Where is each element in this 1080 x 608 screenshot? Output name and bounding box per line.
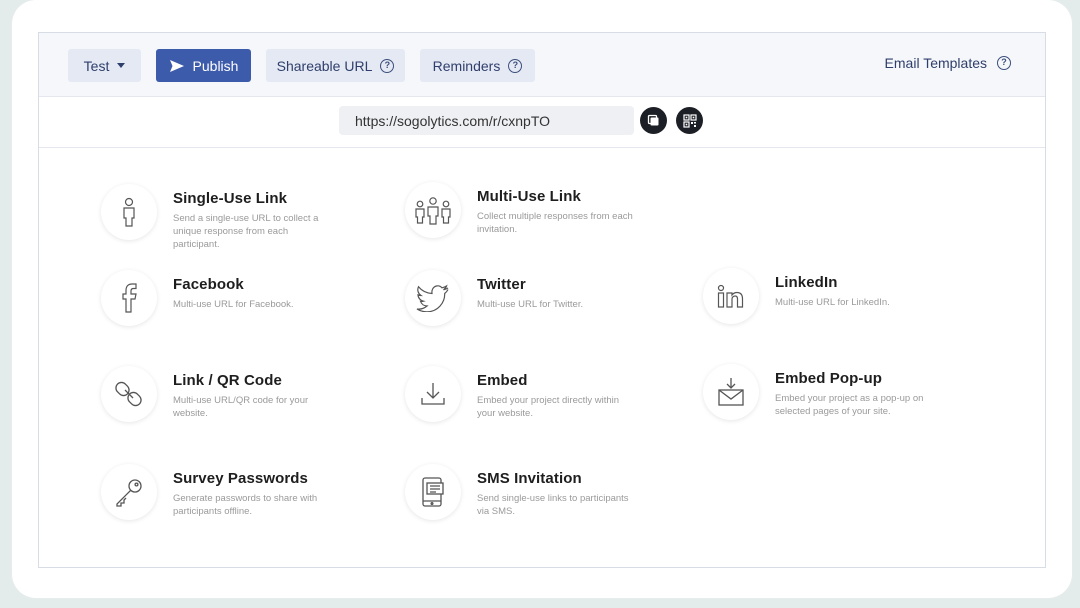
- option-title: Embed Pop-up: [775, 370, 883, 387]
- option-description: Embed your project as a pop-up on select…: [775, 393, 924, 417]
- twitter-icon: [405, 270, 461, 326]
- reminders-button[interactable]: Reminders ?: [420, 49, 535, 82]
- option-description: Multi-use URL for Facebook.: [173, 299, 294, 310]
- option-description: Collect multiple responses from each inv…: [477, 211, 633, 235]
- publish-button[interactable]: Publish: [156, 49, 251, 82]
- option-twitter[interactable]: Twitter Multi-use URL for Twitter.: [405, 270, 637, 326]
- option-title: LinkedIn: [775, 274, 838, 291]
- url-bar: [39, 97, 1045, 148]
- test-label: Test: [83, 57, 110, 74]
- copy-icon: [647, 114, 659, 126]
- email-templates-link[interactable]: Email Templates ?: [885, 55, 1011, 71]
- option-linkedin[interactable]: LinkedIn Multi-use URL for LinkedIn.: [703, 268, 935, 324]
- option-link-qr-code[interactable]: Link / QR Code Multi-use URL/QR code for…: [101, 366, 333, 422]
- facebook-icon: [101, 270, 157, 326]
- option-survey-passwords[interactable]: Survey Passwords Generate passwords to s…: [101, 464, 333, 520]
- reminders-label: Reminders: [432, 57, 501, 74]
- option-description: Generate passwords to share with partici…: [173, 493, 318, 517]
- option-multi-use-link[interactable]: Multi-Use Link Collect multiple response…: [405, 182, 637, 238]
- option-description: Send single-use links to participants vi…: [477, 493, 629, 517]
- copy-url-button[interactable]: [640, 107, 667, 134]
- people-icon: [405, 182, 461, 238]
- download-icon: [405, 366, 461, 422]
- phone-sms-icon: [405, 464, 461, 520]
- key-icon: [101, 464, 157, 520]
- shareable-url-button[interactable]: Shareable URL ?: [266, 49, 405, 82]
- option-description: Multi-use URL for Twitter.: [477, 299, 584, 310]
- option-title: Link / QR Code: [173, 372, 282, 389]
- shareable-url-label: Shareable URL: [276, 57, 373, 74]
- person-icon: [101, 184, 157, 240]
- option-title: Multi-Use Link: [477, 188, 581, 205]
- option-embed[interactable]: Embed Embed your project directly within…: [405, 366, 637, 422]
- mail-download-icon: [703, 364, 759, 420]
- toolbar: Test Publish Shareable URL ? Reminders ?…: [39, 33, 1045, 97]
- option-single-use-link[interactable]: Single-Use Link Send a single-use URL to…: [101, 184, 333, 251]
- option-description: Embed your project directly within your …: [477, 395, 620, 419]
- option-sms-invitation[interactable]: SMS Invitation Send single-use links to …: [405, 464, 637, 520]
- qr-code-icon: [682, 113, 697, 128]
- option-description: Multi-use URL/QR code for your website.: [173, 395, 309, 419]
- test-dropdown-button[interactable]: Test: [68, 49, 141, 82]
- help-icon[interactable]: ?: [380, 58, 395, 73]
- option-title: Embed: [477, 372, 528, 389]
- caret-down-icon: [117, 63, 126, 68]
- distribute-panel: Test Publish Shareable URL ? Reminders ?…: [38, 32, 1046, 568]
- qr-code-button[interactable]: [676, 107, 703, 134]
- option-description: Send a single-use URL to collect a uniqu…: [173, 213, 319, 250]
- help-icon[interactable]: ?: [997, 56, 1011, 70]
- send-icon: [169, 59, 184, 72]
- option-embed-popup[interactable]: Embed Pop-up Embed your project as a pop…: [703, 364, 935, 420]
- link-icon: [101, 366, 157, 422]
- shareable-url-field[interactable]: [339, 106, 634, 135]
- option-description: Multi-use URL for LinkedIn.: [775, 297, 890, 308]
- option-title: Facebook: [173, 276, 244, 293]
- option-title: SMS Invitation: [477, 470, 582, 487]
- option-title: Survey Passwords: [173, 470, 309, 487]
- publish-label: Publish: [192, 57, 239, 74]
- help-icon[interactable]: ?: [508, 58, 523, 73]
- option-title: Twitter: [477, 276, 526, 293]
- option-facebook[interactable]: Facebook Multi-use URL for Facebook.: [101, 270, 333, 326]
- email-templates-label: Email Templates: [884, 55, 987, 71]
- linkedin-icon: [703, 268, 759, 324]
- option-title: Single-Use Link: [173, 190, 288, 207]
